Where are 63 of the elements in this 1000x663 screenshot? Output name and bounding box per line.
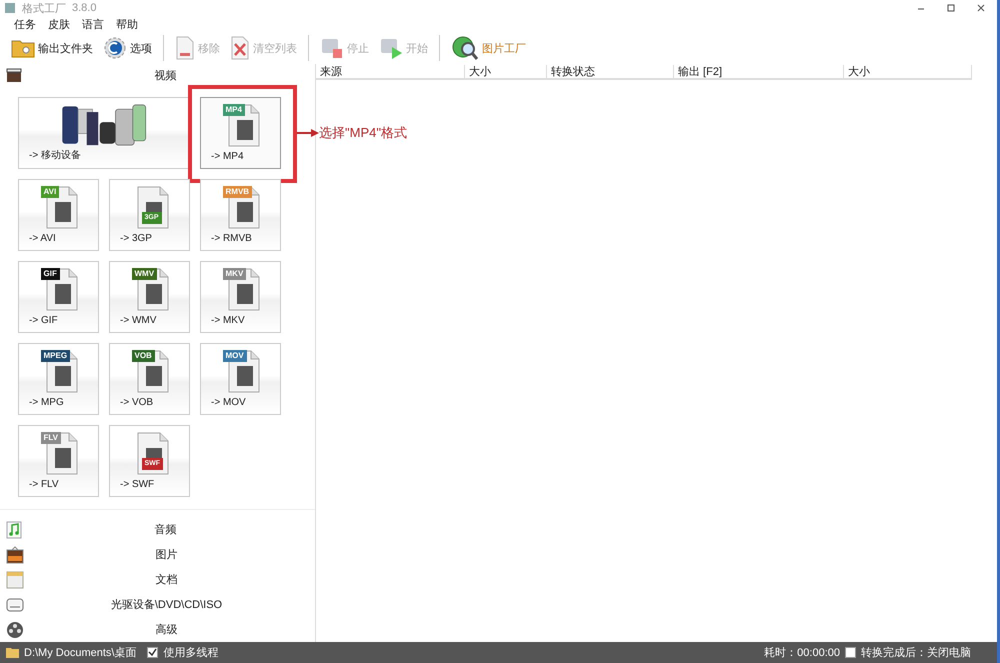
format-badge: MP4 xyxy=(222,104,245,116)
column-header[interactable]: 大小 xyxy=(465,65,547,79)
format-badge: VOB xyxy=(132,350,155,362)
column-header[interactable]: 来源 xyxy=(316,65,465,79)
format-tile[interactable]: RMVB -> RMVB xyxy=(200,179,281,251)
format-tile[interactable]: MPEG -> MPG xyxy=(18,343,99,415)
format-tile[interactable]: VOB -> VOB xyxy=(109,343,190,415)
column-header[interactable]: 转换状态 xyxy=(547,65,674,79)
format-tile[interactable]: FLV -> FLV xyxy=(18,425,99,497)
annotation-text: 选择"MP4"格式 xyxy=(319,124,407,142)
output-path: D:\My Documents\桌面 xyxy=(24,646,136,660)
checkbox[interactable] xyxy=(845,647,856,658)
window-title: 格式工厂 xyxy=(22,2,66,16)
toolbar-button[interactable]: 选项 xyxy=(100,34,155,62)
checkbox[interactable] xyxy=(147,647,158,658)
category-item[interactable]: 文档 xyxy=(24,572,309,587)
menu-item[interactable]: 皮肤 xyxy=(48,16,70,32)
checkbox-label: 使用多线程 xyxy=(163,646,218,660)
folder-icon xyxy=(11,38,35,58)
stop-icon xyxy=(320,36,344,60)
format-tile[interactable]: MP4 -> MP4 xyxy=(200,97,281,169)
elapsed-time: 耗时：00:00:00 xyxy=(764,646,840,660)
menu-item[interactable]: 语言 xyxy=(82,16,104,32)
music-note-icon xyxy=(6,520,22,538)
disc-drive-icon xyxy=(6,596,24,612)
format-tile[interactable]: MOV -> MOV xyxy=(200,343,281,415)
format-badge: MOV xyxy=(222,350,247,362)
category-title[interactable]: 视频 xyxy=(22,68,309,82)
globe-magnifier-icon xyxy=(451,35,479,61)
column-header[interactable]: 大小 xyxy=(844,65,972,79)
format-tile[interactable]: WMV -> WMV xyxy=(109,261,190,333)
category-item[interactable]: 音频 xyxy=(22,522,309,537)
format-badge: RMVB xyxy=(222,186,252,198)
picture-icon xyxy=(6,546,24,564)
document-icon xyxy=(6,570,24,588)
settings-icon xyxy=(103,36,127,60)
version-label: 3.8.0 xyxy=(72,2,96,14)
play-icon xyxy=(379,36,403,60)
format-badge: MPEG xyxy=(40,350,70,362)
app-icon xyxy=(4,2,16,14)
clapperboard-icon xyxy=(6,67,22,83)
category-item[interactable]: 高级 xyxy=(24,622,309,637)
format-badge: FLV xyxy=(40,432,62,444)
document-cross-icon xyxy=(230,36,250,60)
column-header[interactable]: 输出 [F2] xyxy=(674,65,844,79)
toolbar-button[interactable]: 输出文件夹 xyxy=(8,36,96,60)
folder-icon xyxy=(6,647,19,658)
format-badge: WMV xyxy=(132,268,158,280)
annotation-arrow xyxy=(297,129,319,137)
format-badge: MKV xyxy=(222,268,246,280)
format-tile[interactable]: AVI -> AVI xyxy=(18,179,99,251)
format-tile[interactable]: MKV -> MKV xyxy=(200,261,281,333)
format-tile[interactable]: -> 移动设备 xyxy=(18,97,190,169)
format-badge: AVI xyxy=(40,186,60,198)
checkbox-label: 转换完成后：关闭电脑 xyxy=(861,646,971,660)
menu-item[interactable]: 帮助 xyxy=(116,16,138,32)
document-minus-icon xyxy=(175,36,195,60)
format-badge: GIF xyxy=(40,268,60,280)
category-item[interactable]: 光驱设备\DVD\CD\ISO xyxy=(24,597,309,612)
category-item[interactable]: 图片 xyxy=(24,547,309,562)
menu-item[interactable]: 任务 xyxy=(14,16,36,32)
film-reel-icon xyxy=(6,620,24,638)
format-tile[interactable]: GIF -> GIF xyxy=(18,261,99,333)
